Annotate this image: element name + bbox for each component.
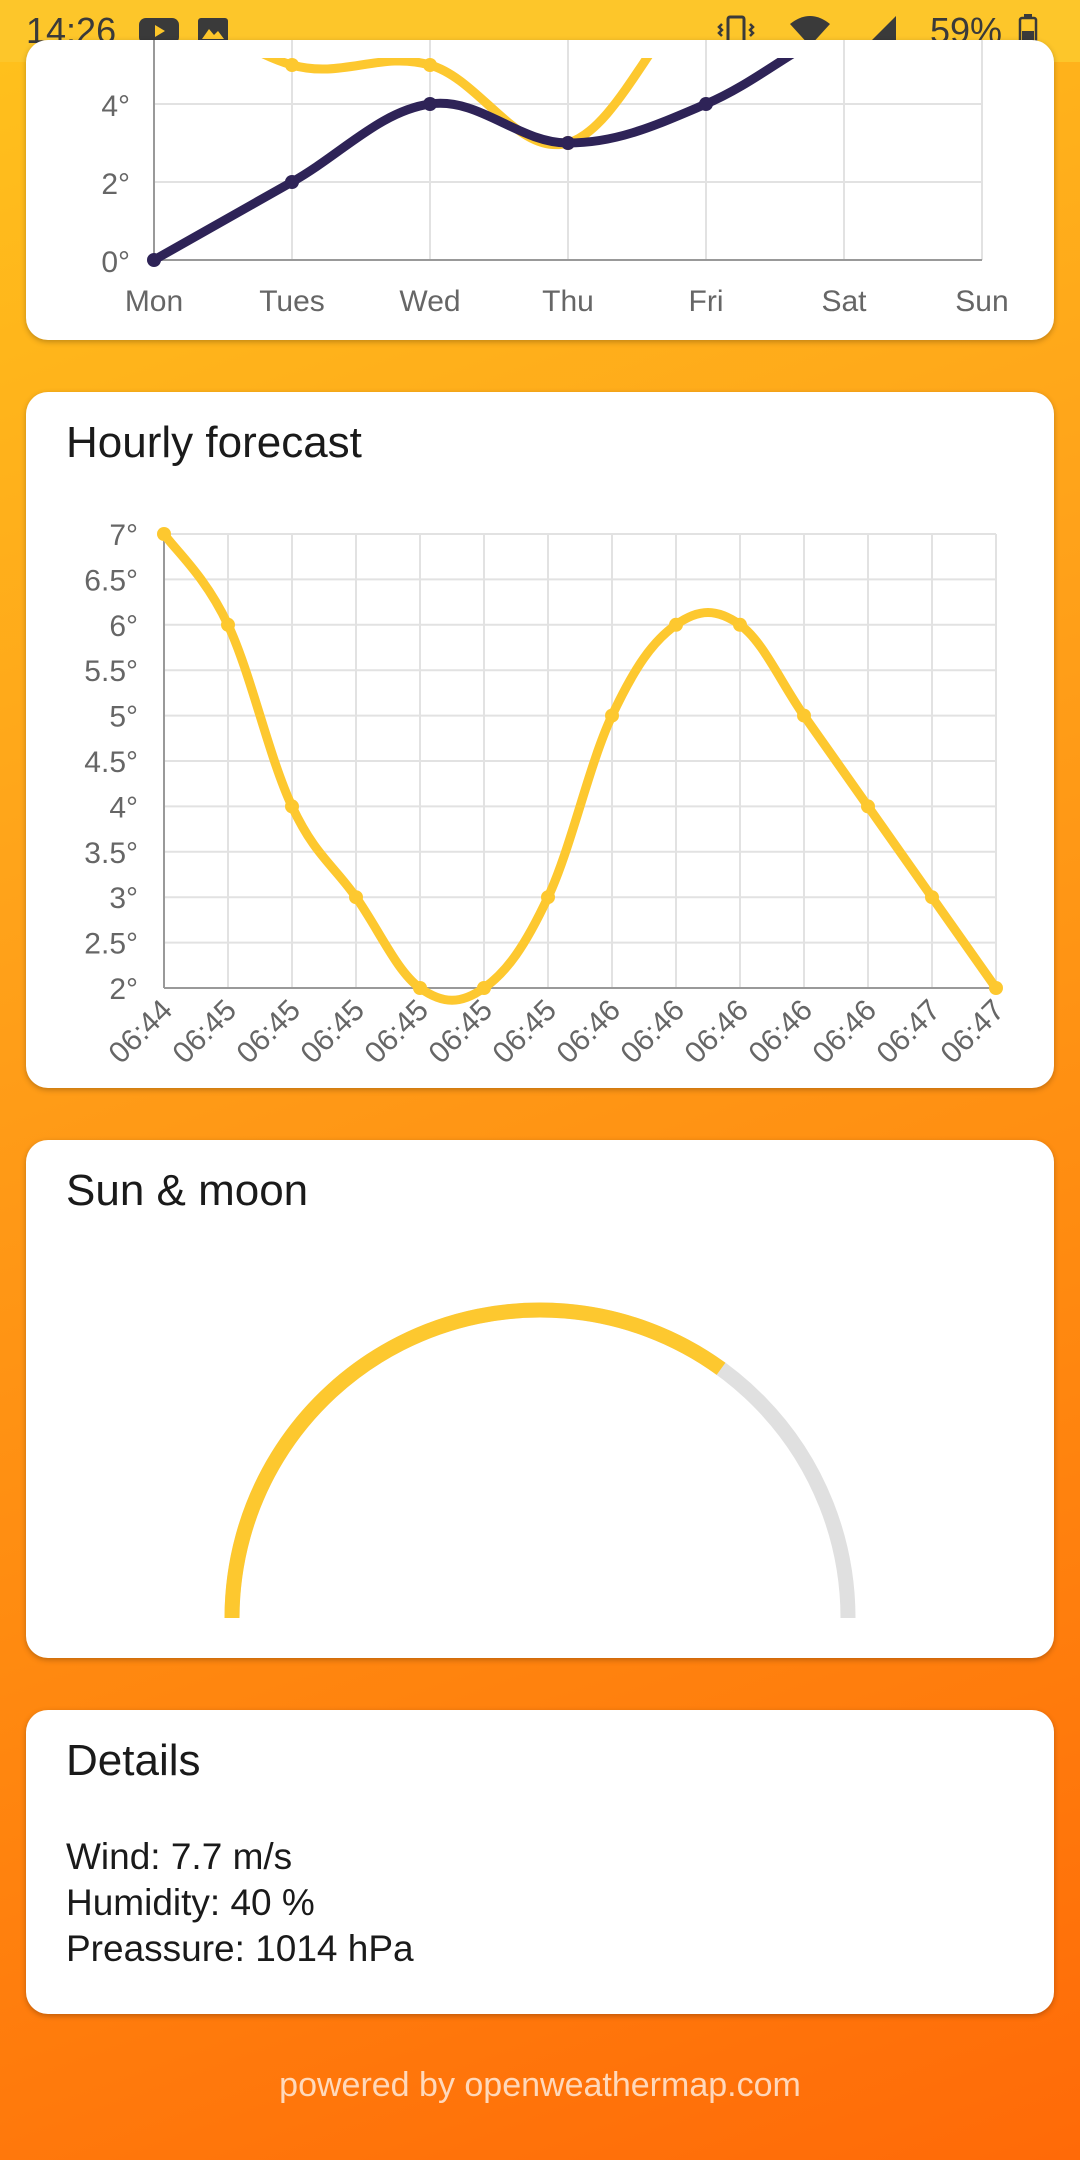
hourly-data-point [541,890,555,905]
footer-credit[interactable]: powered by openweathermap.com [0,2066,1080,2105]
weekly-data-point [147,253,161,267]
hourly-chart: 2°2.5°3°3.5°4°4.5°5°5.5°6°6.5°7°06:4406:… [84,519,1011,1070]
weekly-data-point [285,58,299,72]
hourly-data-point [733,617,747,632]
weekly-forecast-card: 0° 2° 4° Mon Tues Wed Thu Fri Sat Sun [26,40,1054,340]
x-tick-label: 06:46 [615,994,691,1070]
x-tick-label: 06:45 [295,994,371,1070]
weekly-data-point [423,58,437,72]
y-tick-label: 3.5° [84,837,138,870]
y-tick-label: 5.5° [84,655,138,688]
sun-arc-track [224,1302,856,1619]
pressure-value: Preassure: 1014 hPa [66,1928,414,1969]
hourly-data-point [861,799,875,814]
hourly-data-point [989,981,1003,995]
y-tick-label: 0° [101,246,130,279]
x-tick-label: Mon [125,285,183,318]
x-tick-label: 06:46 [679,994,755,1070]
x-tick-label: 06:45 [359,994,435,1070]
hourly-series-line [159,529,1001,1005]
x-tick-label: 06:47 [871,994,947,1070]
hourly-data-point [285,799,299,814]
hourly-data-point [669,617,683,632]
x-tick-label: Sat [821,285,867,318]
wind-value: Wind: 7.7 m/s [66,1836,293,1877]
y-tick-label: 2.5° [84,928,138,961]
y-tick-label: 6° [109,610,138,643]
hourly-data-point [925,890,939,905]
hourly-data-point [221,617,235,632]
x-tick-label: 06:45 [167,994,243,1070]
sun-moon-card: Sun & moon [26,1140,1054,1658]
details-title: Details [66,1736,201,1785]
y-tick-label: 3° [109,882,138,915]
sun-arc-progress [224,1302,726,1619]
hourly-forecast-card: Hourly forecast 2° 2.5° 3° 3.5° 4° 4.5° 5° 5.5°… [26,392,1054,1088]
y-tick-label: 6.5° [84,564,138,597]
hourly-data-point [605,708,619,723]
x-tick-label: Wed [399,285,460,318]
weekly-data-point [285,175,299,189]
weekly-data-point [561,136,575,150]
y-tick-label: 4° [109,791,138,824]
x-tick-label: 06:46 [807,994,883,1070]
weekly-data-point [699,97,713,111]
x-tick-label: 06:45 [487,994,563,1070]
y-tick-label: 2° [101,168,130,201]
y-tick-label: 4.5° [84,746,138,779]
y-tick-label: 2° [109,973,138,1006]
x-tick-label: 06:46 [551,994,627,1070]
details-card: Details Wind: 7.7 m/s Humidity: 40 % Pre… [26,1710,1054,2014]
weekly-chart: 0° 2° 4° Mon Tues Wed Thu Fri Sat Sun [101,40,1009,318]
x-tick-label: Tues [259,285,325,318]
x-tick-label: Fri [689,285,724,318]
y-tick-label: 4° [101,90,130,123]
x-tick-label: 06:47 [935,994,1011,1070]
humidity-value: Humidity: 40 % [66,1882,315,1923]
x-tick-label: Thu [542,285,594,318]
hourly-data-point [477,981,491,995]
hourly-data-point [797,708,811,723]
weekly-data-point [423,97,437,111]
x-tick-label: 06:45 [423,994,499,1070]
x-tick-label: 06:45 [231,994,307,1070]
hourly-data-point [349,890,363,905]
y-tick-label: 7° [109,519,138,552]
x-tick-label: 06:46 [743,994,819,1070]
hourly-data-point [413,981,427,995]
sun-arc [224,1302,856,1619]
y-tick-label: 5° [109,701,138,734]
x-tick-label: Sun [955,285,1008,318]
hourly-data-point [157,527,171,541]
